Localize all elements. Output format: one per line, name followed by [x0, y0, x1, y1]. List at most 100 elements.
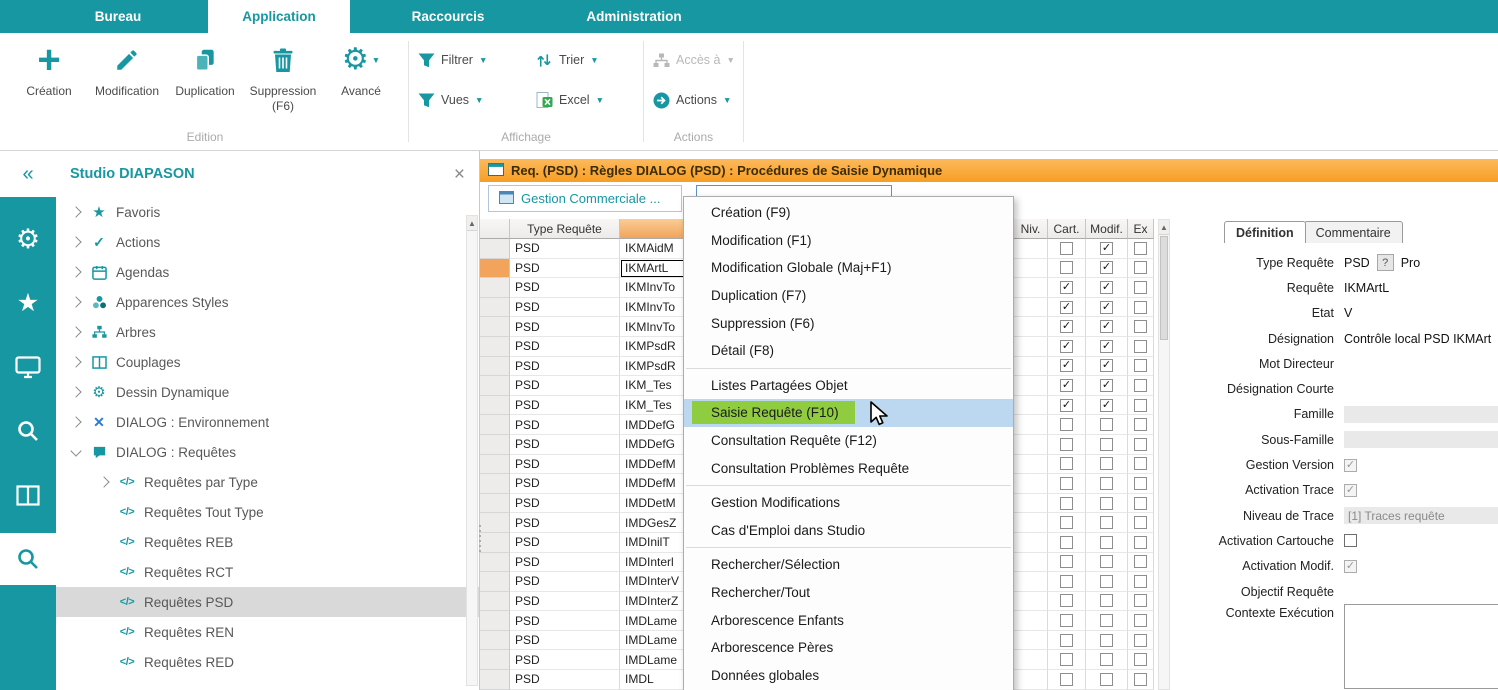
- checkbox[interactable]: [1134, 477, 1147, 490]
- cell-cartouche[interactable]: [1048, 494, 1086, 514]
- cell-type-requete[interactable]: PSD: [510, 239, 620, 259]
- cell-ex[interactable]: [1128, 435, 1154, 455]
- cell-cartouche[interactable]: ✓: [1048, 337, 1086, 357]
- checkbox[interactable]: [1060, 477, 1073, 490]
- tree-item-requetes-ren[interactable]: </>Requêtes REN: [56, 617, 479, 647]
- checkbox[interactable]: [1100, 457, 1113, 470]
- cell-modif[interactable]: ✓: [1086, 357, 1128, 377]
- tree-item-favoris[interactable]: ★Favoris: [56, 197, 479, 227]
- cell-modif[interactable]: [1086, 631, 1128, 651]
- field-value[interactable]: Contrôle local PSD IKMArt: [1344, 332, 1491, 346]
- cell-cartouche[interactable]: [1048, 415, 1086, 435]
- checkbox[interactable]: ✓: [1060, 359, 1073, 372]
- checkbox[interactable]: [1060, 418, 1073, 431]
- trier-button[interactable]: Trier ▼: [535, 49, 635, 71]
- row-selector[interactable]: [480, 337, 510, 357]
- checkbox[interactable]: ✓: [1100, 261, 1113, 274]
- row-selector[interactable]: [480, 670, 510, 690]
- cell-cartouche[interactable]: ✓: [1048, 357, 1086, 377]
- cell-ex[interactable]: [1128, 396, 1154, 416]
- cell-modif[interactable]: [1086, 592, 1128, 612]
- cell-cartouche[interactable]: ✓: [1048, 317, 1086, 337]
- checkbox[interactable]: [1134, 673, 1147, 686]
- cell-ex[interactable]: [1128, 376, 1154, 396]
- checkbox[interactable]: [1060, 497, 1073, 510]
- cell-ex[interactable]: [1128, 650, 1154, 670]
- tree-scrollbar[interactable]: ▲: [466, 215, 478, 686]
- cell-type-requete[interactable]: PSD: [510, 474, 620, 494]
- cell-cartouche[interactable]: [1048, 592, 1086, 612]
- row-selector[interactable]: [480, 572, 510, 592]
- cell-type-requete[interactable]: PSD: [510, 357, 620, 377]
- field-textarea[interactable]: [1344, 604, 1498, 689]
- checkbox[interactable]: ✓: [1060, 281, 1073, 294]
- scrollbar-thumb[interactable]: [1160, 236, 1168, 340]
- checkbox[interactable]: [1134, 359, 1147, 372]
- cell-modif[interactable]: [1086, 533, 1128, 553]
- chevron-right-icon[interactable]: [70, 356, 81, 367]
- menu-item-donnees-globales[interactable]: Données globales: [684, 662, 1013, 690]
- column-header-modif[interactable]: Modif.: [1086, 219, 1128, 239]
- cell-niv[interactable]: [1014, 631, 1048, 651]
- chevron-right-icon[interactable]: [70, 416, 81, 427]
- checkbox[interactable]: ✓: [1100, 379, 1113, 392]
- menubar-tab-raccourcis[interactable]: Raccourcis: [390, 0, 506, 33]
- checkbox[interactable]: ✓: [1100, 320, 1113, 333]
- checkbox[interactable]: [1100, 673, 1113, 686]
- cell-cartouche[interactable]: [1048, 611, 1086, 631]
- help-button[interactable]: ?: [1377, 254, 1394, 271]
- row-selector[interactable]: [480, 592, 510, 612]
- cell-type-requete[interactable]: PSD: [510, 278, 620, 298]
- checkbox[interactable]: [1060, 673, 1073, 686]
- close-icon[interactable]: ×: [454, 165, 465, 184]
- checkbox[interactable]: [1134, 497, 1147, 510]
- tree-item-apparences-styles[interactable]: Apparences Styles: [56, 287, 479, 317]
- cell-ex[interactable]: [1128, 259, 1154, 279]
- cell-ex[interactable]: [1128, 494, 1154, 514]
- cell-niv[interactable]: [1014, 533, 1048, 553]
- cell-niv[interactable]: [1014, 670, 1048, 690]
- menu-item-gestion-modifications[interactable]: Gestion Modifications: [684, 489, 1013, 517]
- checkbox[interactable]: ✓: [1100, 281, 1113, 294]
- checkbox[interactable]: [1134, 536, 1147, 549]
- cell-modif[interactable]: ✓: [1086, 337, 1128, 357]
- checkbox[interactable]: [1134, 281, 1147, 294]
- cell-ex[interactable]: [1128, 239, 1154, 259]
- row-selector[interactable]: [480, 474, 510, 494]
- cell-cartouche[interactable]: [1048, 513, 1086, 533]
- activity-search-icon[interactable]: [0, 399, 56, 463]
- checkbox[interactable]: [1100, 614, 1113, 627]
- row-selector[interactable]: [480, 435, 510, 455]
- excel-button[interactable]: Excel ▼: [535, 89, 635, 111]
- cell-modif[interactable]: [1086, 415, 1128, 435]
- tree-item-requetes-par-type[interactable]: </>Requêtes par Type: [56, 467, 479, 497]
- checkbox[interactable]: ✓: [1100, 242, 1113, 255]
- cell-type-requete[interactable]: PSD: [510, 259, 620, 279]
- checkbox[interactable]: [1100, 516, 1113, 529]
- checkbox[interactable]: ✓: [1100, 301, 1113, 314]
- checkbox[interactable]: [1100, 497, 1113, 510]
- checkbox[interactable]: [1060, 457, 1073, 470]
- field-value[interactable]: PSD: [1344, 256, 1370, 270]
- tree-item-arbres[interactable]: Arbres: [56, 317, 479, 347]
- cell-ex[interactable]: [1128, 513, 1154, 533]
- tree-item-requetes-psd[interactable]: </>Requêtes PSD: [56, 587, 479, 617]
- checkbox[interactable]: [1134, 555, 1147, 568]
- field-value[interactable]: IKMArtL: [1344, 281, 1389, 295]
- checkbox[interactable]: [1134, 320, 1147, 333]
- checkbox[interactable]: [1060, 653, 1073, 666]
- cell-type-requete[interactable]: PSD: [510, 317, 620, 337]
- row-selector[interactable]: [480, 259, 510, 279]
- cell-niv[interactable]: [1014, 650, 1048, 670]
- tab-commentaire[interactable]: Commentaire: [1304, 221, 1403, 243]
- checkbox[interactable]: [1100, 536, 1113, 549]
- cell-ex[interactable]: [1128, 592, 1154, 612]
- cell-ex[interactable]: [1128, 533, 1154, 553]
- checkbox[interactable]: ✓: [1060, 340, 1073, 353]
- cell-modif[interactable]: ✓: [1086, 298, 1128, 318]
- cell-niv[interactable]: [1014, 239, 1048, 259]
- checkbox[interactable]: [1100, 594, 1113, 607]
- checkbox[interactable]: [1060, 614, 1073, 627]
- cell-cartouche[interactable]: [1048, 435, 1086, 455]
- cell-type-requete[interactable]: PSD: [510, 631, 620, 651]
